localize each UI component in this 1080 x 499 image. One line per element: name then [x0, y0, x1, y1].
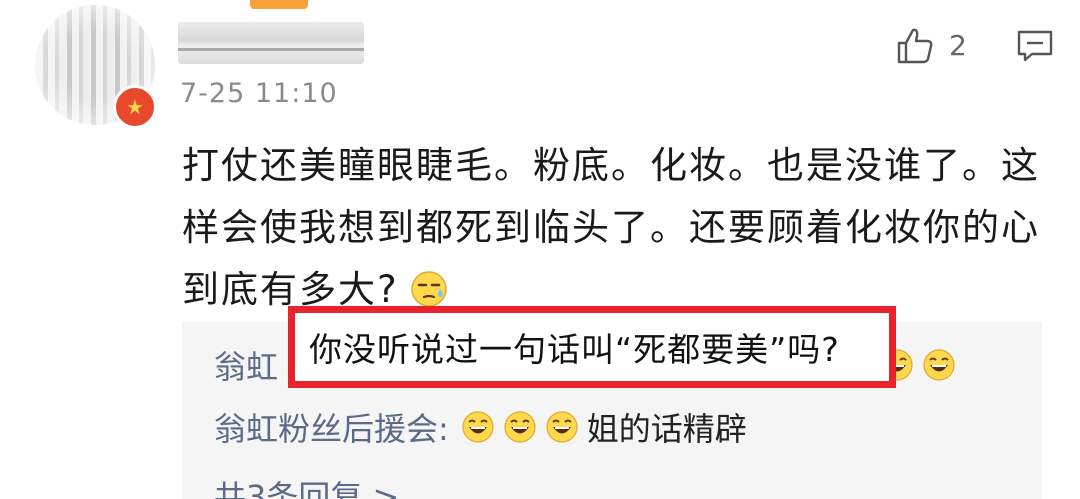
highlighted-reply-box: 你没听说过一句话叫“死都要美”吗?	[288, 306, 896, 388]
comment-body: 打仗还美瞳眼睫毛。粉底。化妆。也是没谁了。这样会使我想到都死到临头了。还要顾着化…	[182, 135, 1052, 321]
comment-icon	[1017, 30, 1053, 62]
comment-timestamp: 7-25 11:10	[180, 78, 338, 109]
sweat-face-emoji-icon	[410, 271, 447, 307]
laugh-emoji-icon	[462, 411, 494, 443]
thumbs-up-icon	[897, 28, 933, 64]
highlighted-reply-text: 你没听说过一句话叫“死都要美”吗?	[309, 330, 840, 369]
like-count: 2	[949, 28, 967, 62]
reply-item: 翁虹粉丝后援会: 姐的话精辟	[214, 404, 747, 450]
reply-button[interactable]	[1016, 29, 1054, 63]
comment-card: ★ 7-25 11:10 2 打仗还美瞳眼睫毛。粉底。化妆。也是没谁了。这样会使…	[0, 0, 1080, 499]
top-orange-tab	[250, 0, 308, 9]
verified-badge-icon: ★	[113, 85, 157, 129]
laugh-emoji-icon	[546, 411, 578, 443]
reply-author[interactable]: 翁虹粉丝后援会:	[214, 404, 449, 450]
reply-text: 姐的话精辟	[586, 410, 747, 448]
username-redacted[interactable]	[178, 22, 364, 64]
view-all-replies-link[interactable]: 共3条回复 >	[214, 472, 399, 499]
laugh-emoji-icon	[923, 349, 955, 381]
like-button[interactable]: 2	[895, 25, 967, 65]
comment-text: 打仗还美瞳眼睫毛。粉底。化妆。也是没谁了。这样会使我想到都死到临头了。还要顾着化…	[182, 144, 1040, 311]
reply-author[interactable]: 翁虹	[214, 342, 278, 388]
laugh-emoji-icon	[504, 411, 536, 443]
